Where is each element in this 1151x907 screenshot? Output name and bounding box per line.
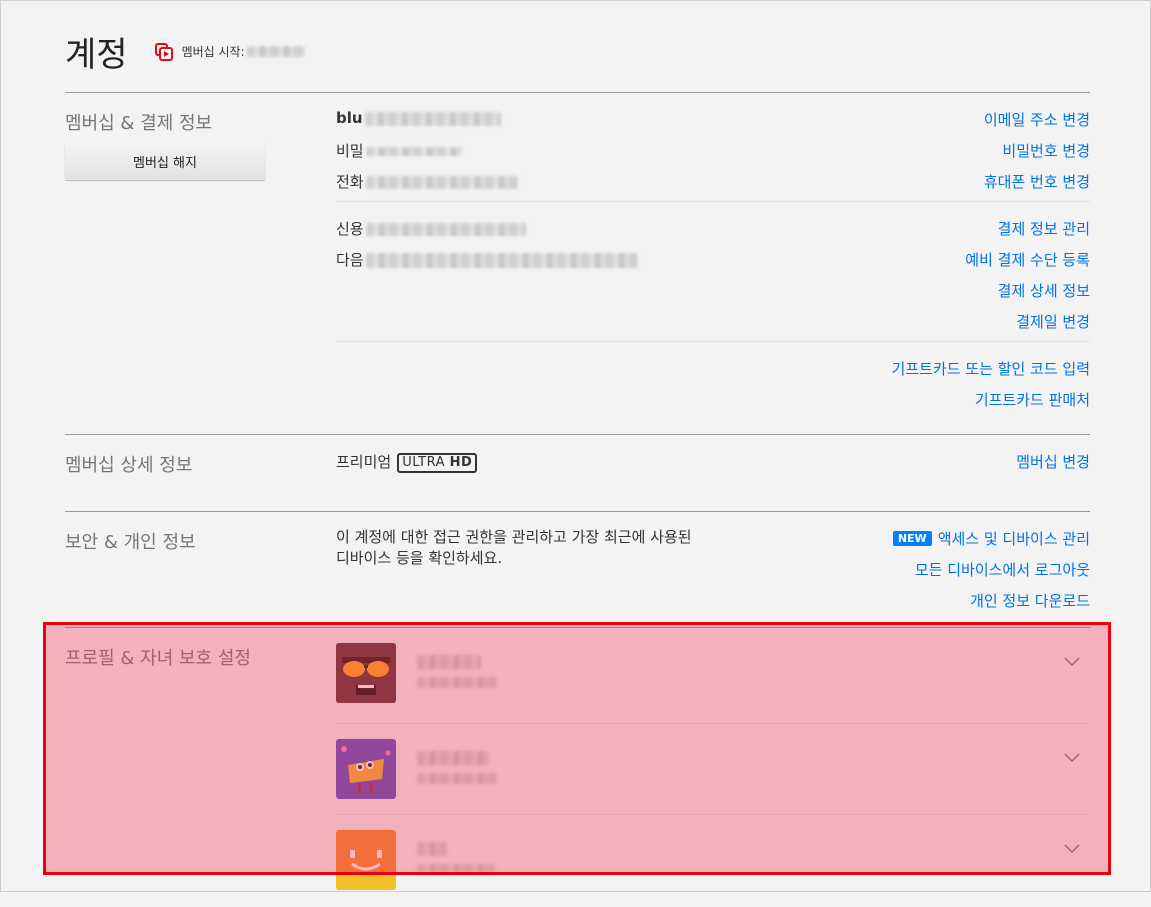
ultra-hd-badge: ULTRA HD bbox=[397, 453, 478, 473]
phone-value: 전화 bbox=[336, 171, 518, 192]
card-value: 신용 bbox=[336, 218, 526, 239]
cheese-character-avatar-icon bbox=[336, 739, 396, 799]
next-billing-redacted bbox=[365, 253, 638, 268]
new-badge: NEW bbox=[892, 531, 932, 546]
profile-name-redacted bbox=[417, 751, 489, 765]
add-backup-payment-link[interactable]: 예비 결제 수단 등록 bbox=[965, 249, 1090, 270]
section-title-membership-billing: 멤버십 & 결제 정보 bbox=[65, 113, 213, 134]
sign-out-all-devices-link[interactable]: 모든 디바이스에서 로그아웃 bbox=[915, 559, 1090, 580]
card-redacted bbox=[365, 223, 526, 236]
profile-rating-redacted bbox=[417, 677, 497, 688]
ultra-label: ULTRA bbox=[402, 455, 446, 470]
member-since-date-redacted bbox=[246, 46, 305, 57]
next-billing-prefix: 다음 bbox=[336, 251, 364, 269]
manage-payment-link[interactable]: 결제 정보 관리 bbox=[998, 218, 1090, 239]
card-prefix: 신용 bbox=[336, 220, 364, 238]
chevron-down-icon[interactable] bbox=[1064, 753, 1080, 763]
profile-rating-redacted bbox=[417, 864, 495, 875]
email-value: blu bbox=[336, 109, 501, 127]
divider bbox=[65, 92, 1090, 93]
sub-divider bbox=[336, 723, 1090, 724]
section-title-profiles: 프로필 & 자녀 보호 설정 bbox=[65, 648, 251, 669]
section-title-plan-details: 멤버십 상세 정보 bbox=[65, 455, 193, 476]
change-email-link[interactable]: 이메일 주소 변경 bbox=[984, 109, 1090, 130]
next-billing-value: 다음 bbox=[336, 249, 638, 270]
smiley-avatar-icon bbox=[336, 830, 396, 890]
divider bbox=[65, 434, 1090, 435]
change-password-link[interactable]: 비밀번호 변경 bbox=[1002, 140, 1090, 161]
profile-rating-redacted bbox=[417, 773, 497, 784]
profile-name-redacted bbox=[417, 842, 447, 856]
security-description: 이 계정에 대한 접근 권한을 관리하고 가장 최근에 사용된 디바이스 등을 … bbox=[336, 528, 692, 567]
hd-label: HD bbox=[449, 455, 473, 470]
download-personal-info-link[interactable]: 개인 정보 다운로드 bbox=[970, 590, 1090, 611]
profile-row[interactable] bbox=[336, 725, 1090, 816]
billing-details-link[interactable]: 결제 상세 정보 bbox=[998, 280, 1090, 301]
profile-row[interactable] bbox=[336, 816, 1090, 907]
profile-name-redacted bbox=[417, 655, 481, 669]
angry-face-avatar-icon bbox=[336, 643, 396, 703]
header: 계정 멤버십 시작: bbox=[65, 27, 305, 76]
phone-prefix: 전화 bbox=[336, 173, 364, 191]
member-since-label: 멤버십 시작: bbox=[181, 45, 245, 59]
sub-divider bbox=[336, 814, 1090, 815]
plan-name: 프리미엄 bbox=[336, 453, 392, 471]
email-redacted bbox=[364, 111, 501, 126]
password-value: 비밀 bbox=[336, 140, 462, 161]
plan-value: 프리미엄 ULTRA HD bbox=[336, 451, 478, 473]
change-billing-day-link[interactable]: 결제일 변경 bbox=[1016, 311, 1090, 332]
cancel-membership-button[interactable]: 멤버십 해지 bbox=[65, 142, 265, 180]
manage-access-label: 액세스 및 디바이스 관리 bbox=[937, 530, 1090, 548]
password-prefix: 비밀 bbox=[336, 142, 364, 160]
phone-redacted bbox=[365, 176, 518, 189]
redeem-gift-link[interactable]: 기프트카드 또는 할인 코드 입력 bbox=[892, 358, 1090, 379]
profile-row[interactable] bbox=[336, 629, 1090, 720]
sub-divider bbox=[336, 341, 1090, 342]
member-since: 멤버십 시작: bbox=[154, 42, 305, 62]
section-title-security: 보안 & 개인 정보 bbox=[65, 532, 196, 553]
page-title: 계정 bbox=[65, 35, 128, 75]
member-since-icon bbox=[154, 42, 173, 61]
email-prefix: blu bbox=[336, 109, 363, 127]
profile-avatar bbox=[336, 830, 396, 890]
chevron-down-icon[interactable] bbox=[1064, 657, 1080, 667]
change-phone-link[interactable]: 휴대폰 번호 변경 bbox=[984, 171, 1090, 192]
manage-access-link[interactable]: NEW 액세스 및 디바이스 관리 bbox=[892, 528, 1090, 549]
divider bbox=[65, 511, 1090, 512]
password-redacted bbox=[365, 147, 462, 156]
profile-avatar bbox=[336, 643, 396, 703]
change-plan-link[interactable]: 멤버십 변경 bbox=[1016, 451, 1090, 472]
sub-divider bbox=[336, 201, 1090, 202]
divider bbox=[65, 627, 1090, 628]
chevron-down-icon[interactable] bbox=[1064, 844, 1080, 854]
account-page: 계정 멤버십 시작: 멤버십 & 결제 정보 멤버십 해지 blu 비밀 전화 … bbox=[65, 1, 1090, 893]
gift-card-retailers-link[interactable]: 기프트카드 판매처 bbox=[975, 389, 1090, 410]
profile-avatar bbox=[336, 739, 396, 799]
